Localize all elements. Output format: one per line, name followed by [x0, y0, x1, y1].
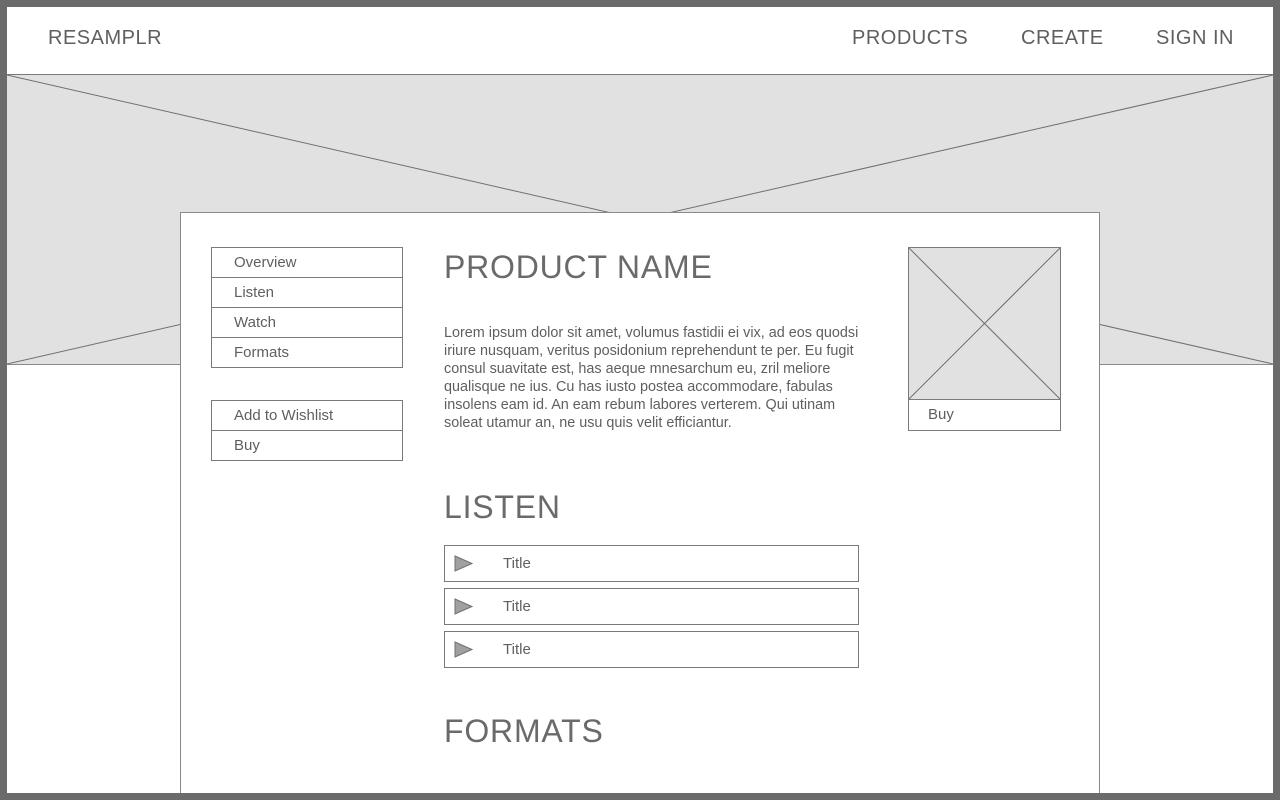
image-placeholder-icon [908, 247, 1061, 400]
track-title: Title [503, 641, 531, 658]
track-row[interactable]: Title [444, 588, 859, 625]
play-icon[interactable] [454, 555, 474, 573]
buy-button[interactable]: Buy [212, 430, 402, 460]
track-title: Title [503, 555, 531, 572]
track-title: Title [503, 598, 531, 615]
nav-create[interactable]: CREATE [1021, 27, 1104, 50]
thumbnail-buy-button[interactable]: Buy [909, 400, 1060, 430]
play-icon[interactable] [454, 598, 474, 616]
add-to-wishlist-button[interactable]: Add to Wishlist [212, 401, 402, 430]
product-card: Overview Listen Watch Formats Add to Wis… [180, 212, 1100, 793]
nav-products[interactable]: PRODUCTS [852, 27, 968, 50]
nav-sign-in[interactable]: SIGN IN [1156, 27, 1234, 50]
product-name-heading: PRODUCT NAME [444, 249, 713, 285]
formats-heading: FORMATS [444, 713, 604, 749]
product-thumbnail-buy-box: Buy [908, 247, 1061, 431]
menu-item-formats[interactable]: Formats [212, 337, 402, 367]
play-icon[interactable] [454, 641, 474, 659]
top-nav-bar: RESAMPLR PRODUCTS CREATE SIGN IN [7, 7, 1273, 75]
action-menu: Add to Wishlist Buy [211, 400, 403, 461]
track-row[interactable]: Title [444, 545, 859, 582]
product-description: Lorem ipsum dolor sit amet, volumus fast… [444, 325, 859, 431]
menu-item-listen[interactable]: Listen [212, 277, 402, 307]
listen-heading: LISTEN [444, 489, 561, 525]
section-menu: Overview Listen Watch Formats [211, 247, 403, 368]
track-row[interactable]: Title [444, 631, 859, 668]
brand-logo[interactable]: RESAMPLR [48, 27, 162, 50]
page: RESAMPLR PRODUCTS CREATE SIGN IN Overvie… [7, 7, 1273, 793]
menu-item-overview[interactable]: Overview [212, 248, 402, 277]
menu-item-watch[interactable]: Watch [212, 307, 402, 337]
product-image-placeholder [908, 247, 1061, 400]
